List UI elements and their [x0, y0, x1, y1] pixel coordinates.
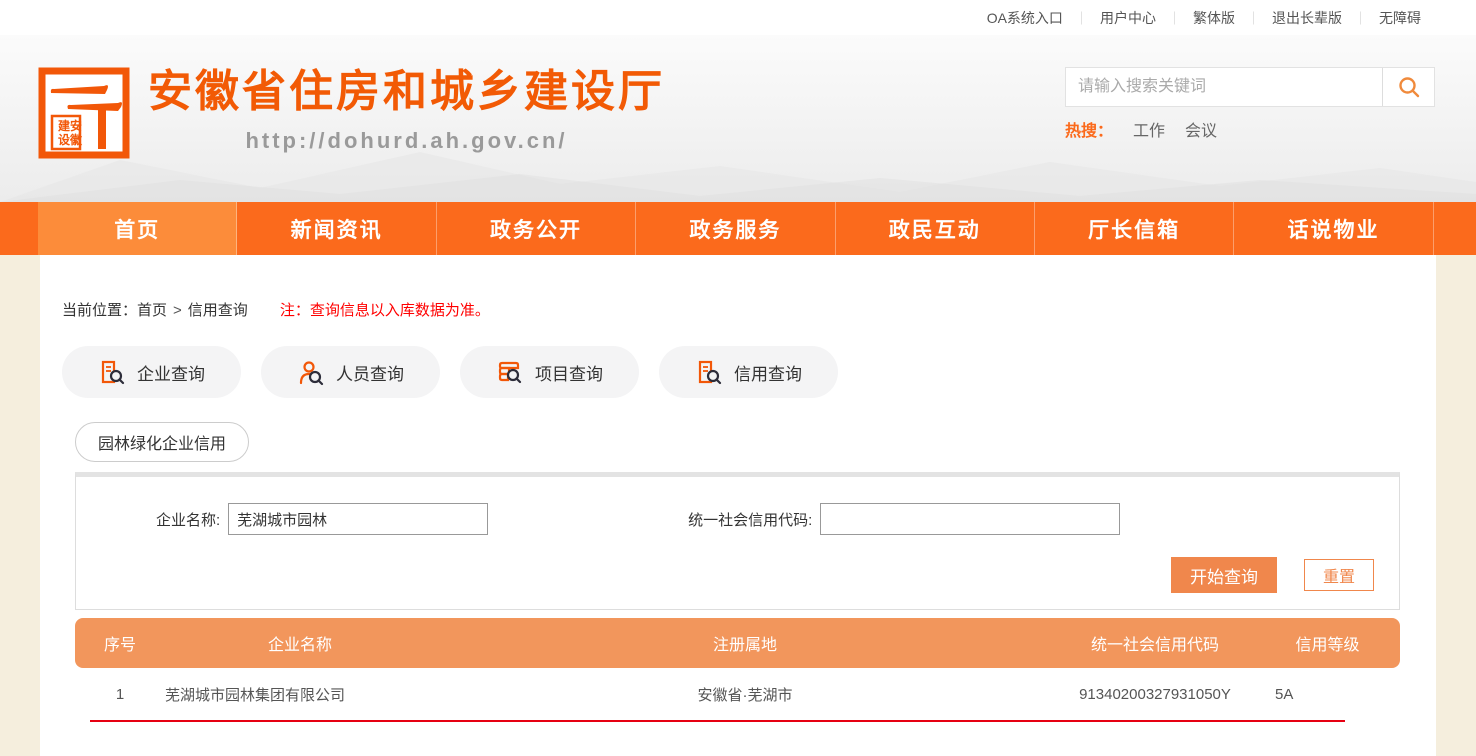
results-table: 序号 企业名称 注册属地 统一社会信用代码 信用等级 1 芜湖城市园林集团有限公… — [75, 618, 1400, 722]
start-query-button[interactable]: 开始查询 — [1171, 557, 1277, 593]
breadcrumb-separator: > — [173, 302, 182, 319]
nav-item-interaction[interactable]: 政民互动 — [836, 202, 1035, 255]
project-search-icon — [496, 359, 523, 386]
brand-text: 安徽省住房和城乡建设厅 http://dohurd.ah.gov.cn/ — [148, 53, 665, 159]
site-title: 安徽省住房和城乡建设厅 — [148, 67, 665, 118]
search-box — [1065, 67, 1435, 107]
query-form-panel: 企业名称: 统一社会信用代码: 开始查询 重置 — [75, 472, 1400, 610]
row-credit-rating: 5A — [1255, 668, 1400, 720]
reset-button[interactable]: 重置 — [1304, 559, 1374, 591]
form-buttons-row: 开始查询 重置 — [76, 557, 1399, 593]
topbar-link-exit-elder-mode[interactable]: 退出长辈版 — [1272, 8, 1342, 28]
nav-item-director-mailbox[interactable]: 厅长信箱 — [1035, 202, 1234, 255]
svg-text:徽: 徽 — [69, 132, 83, 147]
tab-label: 项目查询 — [535, 360, 603, 385]
tab-label: 企业查询 — [137, 360, 205, 385]
query-tabs: 企业查询 人员查询 项目查询 — [62, 346, 1436, 398]
topbar-link-traditional[interactable]: 繁体版 — [1193, 8, 1235, 28]
row-underline — [90, 720, 1345, 722]
credit-code-label: 统一社会信用代码: — [688, 509, 812, 530]
col-header-index: 序号 — [75, 618, 165, 668]
row-company-name: 芜湖城市园林集团有限公司 — [165, 668, 435, 720]
col-header-credit-code: 统一社会信用代码 — [1055, 618, 1255, 668]
search-input[interactable] — [1066, 68, 1382, 106]
topbar-link-oa[interactable]: OA系统入口 — [987, 8, 1063, 28]
page-background: 当前位置：首页 > 信用查询 注：查询信息以入库数据为准。 企业查询 — [0, 255, 1476, 756]
tab-credit-query[interactable]: 信用查询 — [659, 346, 838, 398]
divider: ｜ — [1168, 8, 1181, 27]
search-icon — [1397, 75, 1421, 99]
form-fields-row: 企业名称: 统一社会信用代码: — [76, 477, 1399, 535]
topbar: OA系统入口 ｜ 用户中心 ｜ 繁体版 ｜ 退出长辈版 ｜ 无障碍 — [0, 0, 1476, 35]
col-header-company-name: 企业名称 — [165, 618, 435, 668]
topbar-link-accessibility[interactable]: 无障碍 — [1379, 8, 1421, 28]
person-search-icon — [297, 359, 324, 386]
divider: ｜ — [1075, 8, 1088, 27]
table-header-row: 序号 企业名称 注册属地 统一社会信用代码 信用等级 — [75, 618, 1400, 668]
hot-search: 热搜： 工作 会议 — [1065, 117, 1435, 141]
breadcrumb: 当前位置：首页 > 信用查询 — [62, 299, 248, 320]
col-header-credit-rating: 信用等级 — [1255, 618, 1400, 668]
svg-text:建: 建 — [57, 118, 71, 133]
main-nav: 首页 新闻资讯 政务公开 政务服务 政民互动 厅长信箱 话说物业 — [0, 202, 1476, 255]
divider: ｜ — [1354, 8, 1367, 27]
building-search-icon — [98, 359, 125, 386]
tab-label: 信用查询 — [734, 360, 802, 385]
nav-item-home[interactable]: 首页 — [38, 202, 237, 255]
nav-item-property-talk[interactable]: 话说物业 — [1234, 202, 1433, 255]
company-name-label: 企业名称: — [156, 509, 220, 530]
row-index: 1 — [75, 668, 165, 720]
hot-search-term-work[interactable]: 工作 — [1133, 117, 1165, 141]
breadcrumb-label: 当前位置： — [62, 302, 137, 319]
tab-label: 人员查询 — [336, 360, 404, 385]
company-name-input[interactable] — [228, 503, 488, 535]
site-logo-seal-icon: 建 安 设 徽 — [38, 67, 130, 159]
table-row[interactable]: 1 芜湖城市园林集团有限公司 安徽省·芜湖市 91340200327931050… — [75, 668, 1400, 720]
tab-landscaping-enterprise-credit[interactable]: 园林绿化企业信用 — [75, 422, 249, 462]
breadcrumb-row: 当前位置：首页 > 信用查询 注：查询信息以入库数据为准。 — [40, 255, 1436, 320]
hot-search-term-meeting[interactable]: 会议 — [1185, 117, 1217, 141]
row-registered-location: 安徽省·芜湖市 — [435, 668, 1055, 720]
row-credit-code: 91340200327931050Y — [1055, 668, 1255, 720]
credit-search-icon — [695, 359, 722, 386]
site-header: 建 安 设 徽 安徽省住房和城乡建设厅 http://dohurd.ah.gov… — [0, 35, 1476, 202]
tab-enterprise-query[interactable]: 企业查询 — [62, 346, 241, 398]
breadcrumb-current: 信用查询 — [188, 302, 248, 319]
svg-text:安: 安 — [70, 118, 82, 133]
breadcrumb-home[interactable]: 首页 — [137, 302, 167, 319]
tab-personnel-query[interactable]: 人员查询 — [261, 346, 440, 398]
site-brand: 建 安 设 徽 安徽省住房和城乡建设厅 http://dohurd.ah.gov… — [38, 53, 665, 159]
search-button[interactable] — [1382, 68, 1434, 106]
nav-item-gov-open[interactable]: 政务公开 — [437, 202, 636, 255]
tab-project-query[interactable]: 项目查询 — [460, 346, 639, 398]
company-name-group: 企业名称: — [156, 503, 488, 535]
content-panel: 当前位置：首页 > 信用查询 注：查询信息以入库数据为准。 企业查询 — [40, 255, 1436, 756]
credit-code-input[interactable] — [820, 503, 1120, 535]
nav-item-news[interactable]: 新闻资讯 — [237, 202, 436, 255]
query-note: 注：查询信息以入库数据为准。 — [280, 299, 490, 320]
divider: ｜ — [1247, 8, 1260, 27]
site-url: http://dohurd.ah.gov.cn/ — [148, 128, 665, 154]
nav-item-gov-service[interactable]: 政务服务 — [636, 202, 835, 255]
search-area: 热搜： 工作 会议 — [1065, 67, 1435, 141]
credit-code-group: 统一社会信用代码: — [688, 503, 1120, 535]
col-header-registered-location: 注册属地 — [435, 618, 1055, 668]
hot-search-label: 热搜： — [1065, 117, 1113, 141]
topbar-link-user-center[interactable]: 用户中心 — [1100, 8, 1156, 28]
